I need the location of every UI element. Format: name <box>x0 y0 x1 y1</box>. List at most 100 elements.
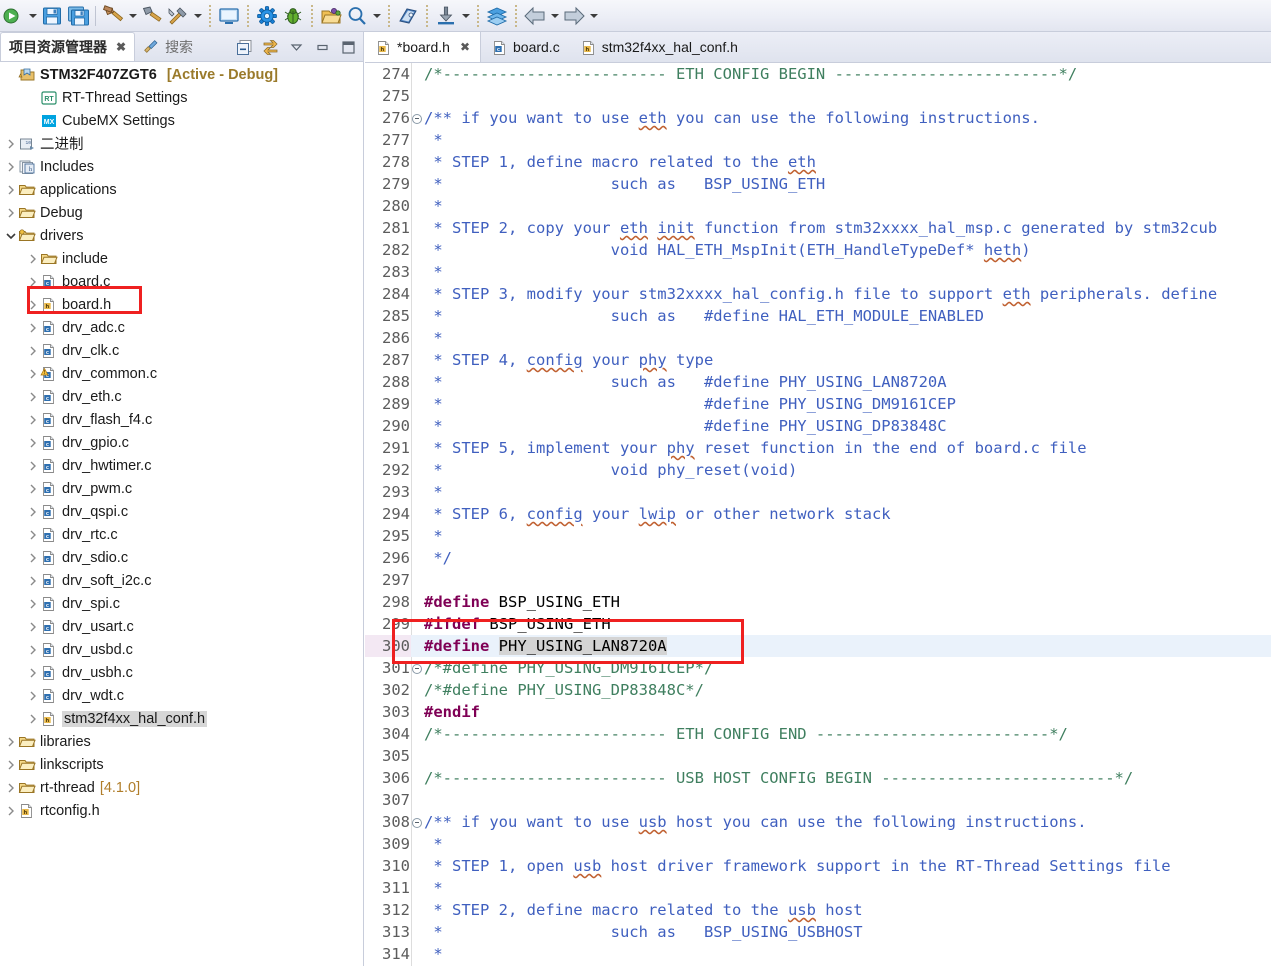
chevron-right-icon[interactable] <box>4 160 18 174</box>
code-line-313[interactable]: 313 * such as BSP_USING_USBHOST <box>365 921 1271 943</box>
chevron-right-icon[interactable] <box>26 298 40 312</box>
tree-item-drv_eth.c[interactable]: c drv_eth.c <box>0 385 363 408</box>
tree-item-[interactable]: 10 二进制 <box>0 132 363 155</box>
chevron-right-icon[interactable] <box>26 689 40 703</box>
fold-toggle-icon[interactable] <box>411 811 423 833</box>
chevron-right-icon[interactable] <box>4 758 18 772</box>
build-config-dropdown-arrow[interactable] <box>191 5 204 27</box>
tree-item-drv_gpio.c[interactable]: c drv_gpio.c <box>0 431 363 454</box>
tree-item-drv_hwtimer.c[interactable]: c drv_hwtimer.c <box>0 454 363 477</box>
chevron-right-icon[interactable] <box>4 735 18 749</box>
layers-icon[interactable] <box>486 2 508 30</box>
chevron-right-icon[interactable] <box>26 436 40 450</box>
code-line-280[interactable]: 280 * <box>365 195 1271 217</box>
chevron-right-icon[interactable] <box>4 781 18 795</box>
fold-toggle-icon[interactable] <box>411 657 423 679</box>
code-line-281[interactable]: 281 * STEP 2, copy your eth init functio… <box>365 217 1271 239</box>
tree-item-drv_rtc.c[interactable]: c drv_rtc.c <box>0 523 363 546</box>
run-icon[interactable] <box>2 2 24 30</box>
save-icon[interactable] <box>41 2 63 30</box>
forward-arrow-icon[interactable] <box>563 2 585 30</box>
code-line-288[interactable]: 288 * such as #define PHY_USING_LAN8720A <box>365 371 1271 393</box>
debug-bug-icon[interactable] <box>282 2 304 30</box>
download-dropdown-arrow[interactable] <box>459 5 472 27</box>
editor-tab-stm32f4xx_hal_conf.h[interactable]: h stm32f4xx_hal_conf.h <box>570 32 748 62</box>
search-icon[interactable] <box>346 2 368 30</box>
tree-item-board.h[interactable]: h board.h <box>0 293 363 316</box>
tree-item-board.c[interactable]: c board.c <box>0 270 363 293</box>
tree-item-drv_usbh.c[interactable]: c drv_usbh.c <box>0 661 363 684</box>
tree-item-CubeMXSettings[interactable]: MX CubeMX Settings <box>0 109 363 132</box>
code-line-309[interactable]: 309 * <box>365 833 1271 855</box>
code-line-292[interactable]: 292 * void phy_reset(void) <box>365 459 1271 481</box>
chevron-right-icon[interactable] <box>4 804 18 818</box>
tree-item-drivers[interactable]: drivers <box>0 224 363 247</box>
code-line-303[interactable]: 303 #endif <box>365 701 1271 723</box>
back-arrow-icon[interactable] <box>524 2 546 30</box>
code-line-310[interactable]: 310 * STEP 1, open usb host driver frame… <box>365 855 1271 877</box>
code-line-311[interactable]: 311 * <box>365 877 1271 899</box>
chevron-right-icon[interactable] <box>26 413 40 427</box>
back-dropdown-arrow[interactable] <box>548 5 561 27</box>
chevron-down-icon[interactable] <box>4 229 18 243</box>
code-line-306[interactable]: 306 /*------------------------ USB HOST C… <box>365 767 1271 789</box>
tree-item-linkscripts[interactable]: linkscripts <box>0 753 363 776</box>
chevron-right-icon[interactable] <box>26 459 40 473</box>
code-line-302[interactable]: 302 /*#define PHY_USING_DP83848C*/ <box>365 679 1271 701</box>
code-line-284[interactable]: 284 * STEP 3, modify your stm32xxxx_hal_… <box>365 283 1271 305</box>
tab-project-explorer[interactable]: 项目资源管理器 ✖ <box>0 32 136 61</box>
search-dropdown-arrow[interactable] <box>370 5 383 27</box>
code-line-289[interactable]: 289 * #define PHY_USING_DM9161CEP <box>365 393 1271 415</box>
build-hammer-icon[interactable] <box>102 2 124 30</box>
forward-dropdown-arrow[interactable] <box>587 5 600 27</box>
chevron-right-icon[interactable] <box>26 482 40 496</box>
chevron-right-icon[interactable] <box>26 252 40 266</box>
code-line-277[interactable]: 277 * <box>365 129 1271 151</box>
code-line-291[interactable]: 291 * STEP 5, implement your phy reset f… <box>365 437 1271 459</box>
tree-item-drv_soft_i2c.c[interactable]: c drv_soft_i2c.c <box>0 569 363 592</box>
editor-tab-board.c[interactable]: c board.c <box>481 32 570 62</box>
open-package-icon[interactable] <box>320 2 342 30</box>
tree-item-include[interactable]: include <box>0 247 363 270</box>
chevron-right-icon[interactable] <box>26 505 40 519</box>
chevron-right-icon[interactable] <box>26 367 40 381</box>
code-line-294[interactable]: 294 * STEP 6, config your lwip or other … <box>365 503 1271 525</box>
code-line-290[interactable]: 290 * #define PHY_USING_DP83848C <box>365 415 1271 437</box>
tree-item-rtconfig.h[interactable]: h rtconfig.h <box>0 799 363 822</box>
code-line-304[interactable]: 304 /*------------------------ ETH CONFIG… <box>365 723 1271 745</box>
code-line-295[interactable]: 295 * <box>365 525 1271 547</box>
minimize-view-icon[interactable] <box>314 39 331 56</box>
chevron-right-icon[interactable] <box>26 712 40 726</box>
code-line-307[interactable]: 307 <box>365 789 1271 811</box>
tree-item-RTThreadSettings[interactable]: RT RT-Thread Settings <box>0 86 363 109</box>
code-line-312[interactable]: 312 * STEP 2, define macro related to th… <box>365 899 1271 921</box>
view-menu-icon[interactable] <box>288 39 305 56</box>
chevron-right-icon[interactable] <box>4 183 18 197</box>
chevron-right-icon[interactable] <box>26 390 40 404</box>
chevron-right-icon[interactable] <box>26 344 40 358</box>
tree-item-Debug[interactable]: Debug <box>0 201 363 224</box>
chevron-right-icon[interactable] <box>26 528 40 542</box>
code-line-308[interactable]: 308 /** if you want to use usb host you c… <box>365 811 1271 833</box>
tree-item-rtthread[interactable]: rt-thread [4.1.0] <box>0 776 363 799</box>
code-line-276[interactable]: 276 /** if you want to use eth you can us… <box>365 107 1271 129</box>
tree-item-drv_qspi.c[interactable]: c drv_qspi.c <box>0 500 363 523</box>
tree-item-drv_spi.c[interactable]: c drv_spi.c <box>0 592 363 615</box>
fold-toggle-icon[interactable] <box>411 107 423 129</box>
tree-item-drv_flash_f4.c[interactable]: c drv_flash_f4.c <box>0 408 363 431</box>
code-line-298[interactable]: 298 #define BSP_USING_ETH <box>365 591 1271 613</box>
code-line-286[interactable]: 286 * <box>365 327 1271 349</box>
chevron-right-icon[interactable] <box>26 321 40 335</box>
tree-item-applications[interactable]: applications <box>0 178 363 201</box>
tree-item-libraries[interactable]: libraries <box>0 730 363 753</box>
tree-item-drv_usart.c[interactable]: c drv_usart.c <box>0 615 363 638</box>
code-line-305[interactable]: 305 <box>365 745 1271 767</box>
code-line-283[interactable]: 283 * <box>365 261 1271 283</box>
tree-item-drv_common.c[interactable]: c! drv_common.c <box>0 362 363 385</box>
code-line-297[interactable]: 297 <box>365 569 1271 591</box>
tree-item-drv_usbd.c[interactable]: c drv_usbd.c <box>0 638 363 661</box>
close-icon[interactable]: ✖ <box>460 41 470 53</box>
chevron-right-icon[interactable] <box>26 643 40 657</box>
collapse-all-icon[interactable] <box>236 39 253 56</box>
tree-item-drv_clk.c[interactable]: c drv_clk.c <box>0 339 363 362</box>
